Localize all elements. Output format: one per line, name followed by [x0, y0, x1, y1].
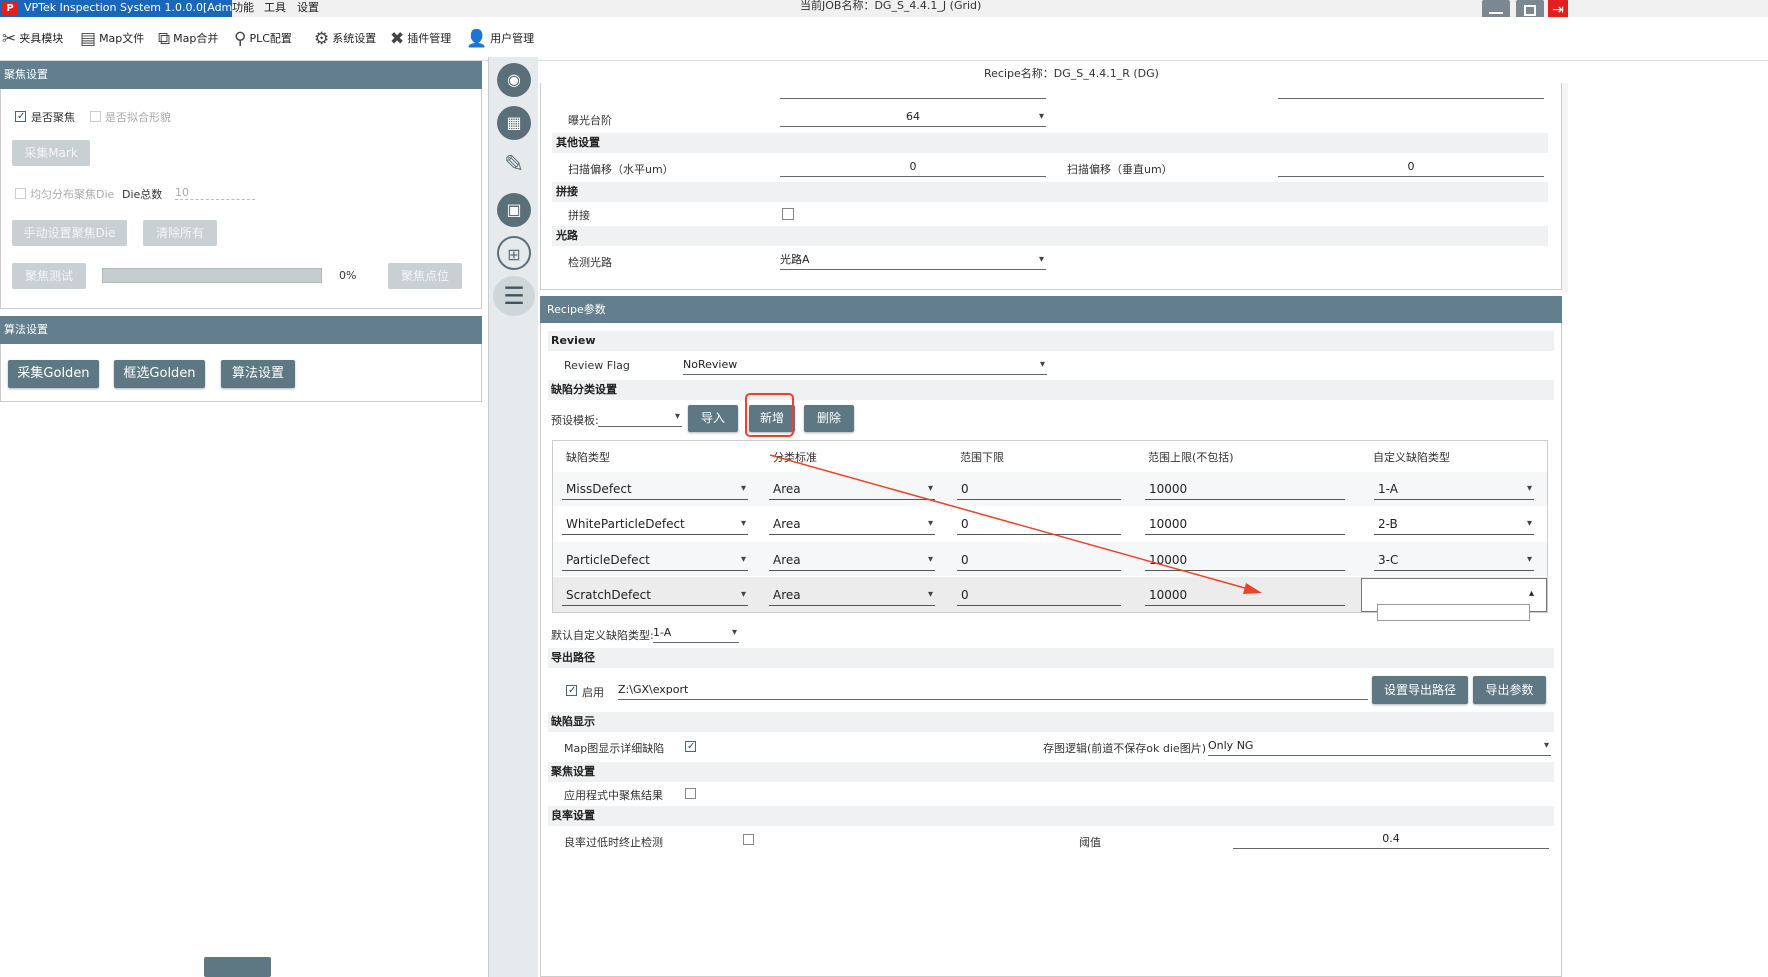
yield-stop-checkbox[interactable] — [743, 834, 754, 845]
save-logic-value: Only NG — [1208, 739, 1254, 752]
set-export-path-button[interactable]: 设置导出路径 — [1372, 676, 1468, 704]
default-custom-value: 1-A — [653, 626, 672, 639]
map-detail-label: Map图显示详细缺陷 — [564, 742, 665, 755]
focus-settings-header: 聚焦设置 — [548, 762, 1554, 782]
threshold-input[interactable]: 0.4 — [1233, 829, 1549, 849]
map-detail-checkbox[interactable] — [685, 741, 696, 752]
default-custom-label: 默认自定义缺陷类型: — [551, 629, 654, 642]
apply-focus-label: 应用程式中聚焦结果 — [564, 789, 663, 802]
yield-stop-label: 良率过低时终止检测 — [564, 836, 663, 849]
default-custom-dropdown[interactable]: 1-A — [653, 623, 739, 643]
defect-display-header: 缺陷显示 — [548, 712, 1554, 732]
apply-focus-checkbox[interactable] — [685, 788, 696, 799]
export-params-button[interactable]: 导出参数 — [1473, 676, 1546, 704]
export-header: 导出路径 — [548, 648, 1554, 668]
threshold-label: 阈值 — [1079, 836, 1101, 849]
yield-header: 良率设置 — [548, 806, 1554, 826]
export-path-input[interactable]: Z:\GX\export — [618, 680, 1368, 700]
enable-export-checkbox[interactable] — [566, 685, 577, 696]
save-logic-label: 存图逻辑(前道不保存ok die图片) — [1043, 742, 1206, 755]
save-logic-dropdown[interactable]: Only NG — [1208, 736, 1551, 756]
enable-label: 启用 — [582, 686, 604, 699]
